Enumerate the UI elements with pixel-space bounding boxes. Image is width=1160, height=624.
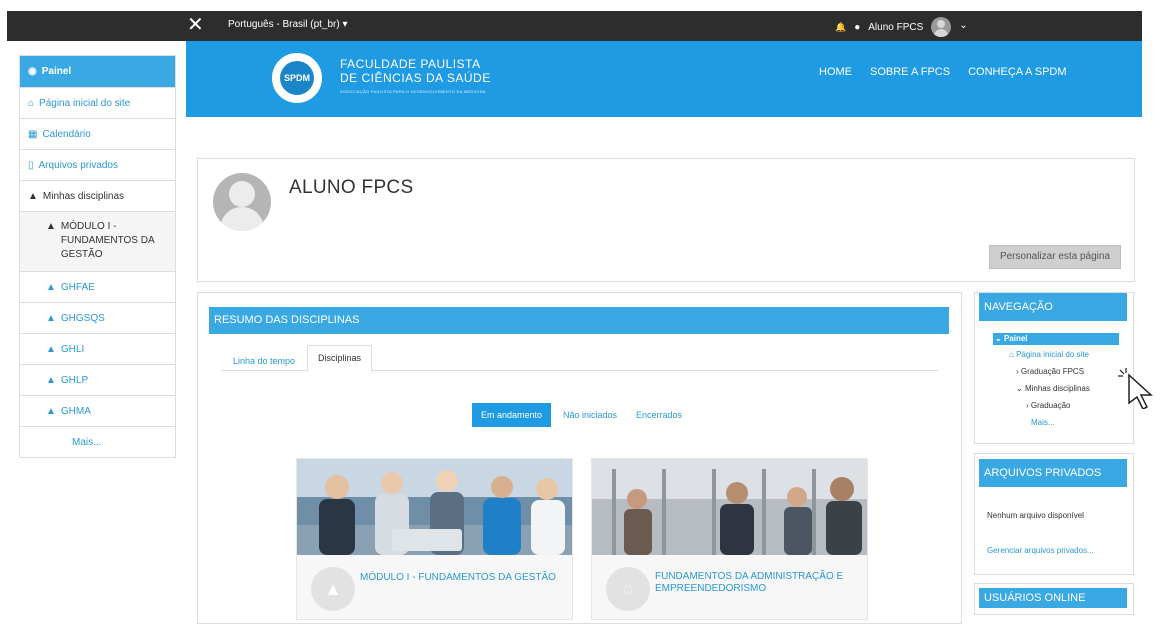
sidebar-item-ghli[interactable]: ▲ GHLI	[20, 333, 175, 364]
pointer-cursor-icon	[1118, 368, 1153, 409]
header-nav: HOME SOBRE A FPCS CONHEÇA A SPDM	[819, 66, 1085, 78]
sidebar-item-ghlp[interactable]: ▲ GHLP	[20, 364, 175, 395]
top-navbar: ✕ Português - Brasil (pt_br) ▾ 🔔 ● Aluno…	[7, 11, 1142, 41]
nav-tree-minhas-disciplinas[interactable]: ⌄ Minhas disciplinas	[1016, 383, 1090, 395]
nav-tree-label: Mais...	[1031, 418, 1055, 427]
close-icon[interactable]: ✕	[187, 14, 204, 36]
sidebar-item-ghgsqs[interactable]: ▲ GHGSQS	[20, 302, 175, 333]
filter-em-andamento[interactable]: Em andamento	[472, 403, 551, 427]
user-area: 🔔 ● Aluno FPCS ⌄	[835, 17, 968, 37]
nav-tree-mais[interactable]: Mais...	[1031, 417, 1055, 429]
graduation-cap-icon: ▲	[46, 343, 56, 355]
nav-tree-label: Minhas disciplinas	[1024, 384, 1090, 393]
profile-avatar	[213, 173, 271, 231]
brand-line-1: FACULDADE PAULISTA	[340, 57, 481, 71]
file-icon: ▯	[28, 159, 34, 171]
private-files-block-title: ARQUIVOS PRIVADOS	[979, 459, 1127, 487]
calendar-icon: ▦	[28, 128, 38, 140]
avatar[interactable]	[931, 17, 952, 37]
online-users-block-title: USUÁRIOS ONLINE	[979, 588, 1127, 608]
sidebar-item-label: MÓDULO I - FUNDAMENTOS DA GESTÃO	[60, 221, 155, 260]
dashboard-icon: ◉	[28, 66, 37, 77]
graduation-cap-icon: ▲	[46, 281, 56, 293]
sidebar-item-ghma[interactable]: ▲ GHMA	[20, 395, 175, 426]
sidebar-item-pagina-inicial[interactable]: ⌂ Página inicial do site	[20, 87, 175, 118]
home-icon: ⌂	[28, 97, 35, 109]
nav-tree-painel[interactable]: ⌄ Painel	[993, 333, 1119, 345]
sidebar-item-ghfae[interactable]: ▲ GHFAE	[20, 271, 175, 302]
course-card[interactable]: ◌ FUNDAMENTOS DA ADMINISTRAÇÃO E EMPREEN…	[591, 458, 868, 620]
language-selector[interactable]: Português - Brasil (pt_br) ▾	[228, 19, 348, 30]
course-card[interactable]: ▲ MÓDULO I - FUNDAMENTOS DA GESTÃO	[296, 458, 573, 620]
filter-nao-iniciados[interactable]: Não iniciados	[563, 410, 617, 420]
logo-text: SPDM	[280, 61, 314, 95]
tab-disciplinas[interactable]: Disciplinas	[307, 345, 372, 372]
navigation-block-title: NAVEGAÇÃO	[979, 293, 1127, 321]
graduation-cap-icon: ▲	[311, 567, 355, 611]
spdm-logo[interactable]: SPDM	[272, 53, 322, 103]
sidebar-item-label: GHLI	[60, 343, 85, 355]
nav-tree-graduacao-fpcs[interactable]: › Graduação FPCS	[1016, 366, 1084, 378]
nav-tree-pagina-inicial[interactable]: ⌂ Página inicial do site	[1009, 349, 1089, 361]
tab-linha-do-tempo[interactable]: Linha do tempo	[233, 356, 295, 366]
messages-chat-icon[interactable]: ●	[854, 22, 860, 33]
notifications-bell-icon[interactable]: 🔔	[835, 22, 846, 33]
nav-home[interactable]: HOME	[819, 66, 852, 78]
sidebar-item-label: Minhas disciplinas	[42, 190, 125, 202]
nav-tree-label: Página inicial do site	[1016, 350, 1089, 359]
sidebar-item-label: Mais...	[72, 436, 102, 448]
nav-conheca-spdm[interactable]: CONHEÇA A SPDM	[968, 66, 1066, 78]
sidebar-item-label: Calendário	[42, 128, 91, 140]
sidebar-item-mais[interactable]: Mais...	[20, 426, 175, 457]
nav-tree-label: Painel	[1003, 334, 1028, 343]
nav-tree-graduacao[interactable]: › Graduação	[1026, 400, 1070, 412]
profile-name: ALUNO FPCS	[289, 177, 414, 198]
course-title[interactable]: FUNDAMENTOS DA ADMINISTRAÇÃO E EMPREENDE…	[655, 571, 855, 595]
sidebar-item-label: Painel	[41, 66, 72, 77]
left-sidebar: ◉ Painel ⌂ Página inicial do site ▦ Calendá…	[19, 55, 176, 458]
brand-tagline: ASSOCIAÇÃO PAULISTA PARA O DESENVOLVIMEN…	[340, 89, 486, 94]
brand-line-2: DE CIÊNCIAS DA SAÚDE	[340, 71, 491, 85]
private-files-empty: Nenhum arquivo disponível	[987, 511, 1084, 520]
username-label[interactable]: Aluno FPCS	[868, 22, 923, 33]
graduation-cap-icon: ▲	[46, 405, 56, 417]
nav-tree-label: Graduação	[1030, 401, 1071, 410]
course-image[interactable]	[592, 459, 867, 555]
sidebar-item-label: Página inicial do site	[39, 97, 131, 109]
filter-encerrados[interactable]: Encerrados	[636, 410, 682, 420]
nav-sobre-fpcs[interactable]: SOBRE A FPCS	[870, 66, 950, 78]
sidebar-item-modulo-i[interactable]: ▲ MÓDULO I - FUNDAMENTOS DA GESTÃO	[20, 211, 175, 271]
nav-tree-label: Graduação FPCS	[1020, 367, 1085, 376]
graduation-cap-icon: ▲	[46, 312, 56, 324]
graduation-cap-icon: ▲	[28, 190, 38, 202]
header-banner	[186, 41, 1142, 117]
sidebar-item-arquivos-privados[interactable]: ▯ Arquivos privados	[20, 149, 175, 180]
chevron-down-icon[interactable]: ⌄	[959, 20, 967, 31]
sidebar-item-label: Arquivos privados	[38, 159, 118, 171]
sidebar-item-label: GHGSQS	[60, 312, 105, 324]
course-overview-title: RESUMO DAS DISCIPLINAS	[209, 307, 949, 334]
graduation-cap-icon: ◌	[606, 567, 650, 611]
sidebar-item-label: GHMA	[60, 405, 91, 417]
course-image[interactable]	[297, 459, 572, 555]
manage-private-files-link[interactable]: Gerenciar arquivos privados...	[987, 545, 1094, 557]
sidebar-item-painel[interactable]: ◉ Painel	[20, 56, 175, 87]
sidebar-item-calendario[interactable]: ▦ Calendário	[20, 118, 175, 149]
sidebar-item-label: GHLP	[60, 374, 89, 386]
sidebar-item-minhas-disciplinas[interactable]: ▲ Minhas disciplinas	[20, 180, 175, 211]
graduation-cap-icon: ▲	[46, 221, 56, 232]
customize-page-button[interactable]: Personalizar esta página	[989, 245, 1121, 269]
graduation-cap-icon: ▲	[46, 374, 56, 386]
course-title[interactable]: MÓDULO I - FUNDAMENTOS DA GESTÃO	[360, 572, 560, 584]
sidebar-item-label: GHFAE	[60, 281, 95, 293]
